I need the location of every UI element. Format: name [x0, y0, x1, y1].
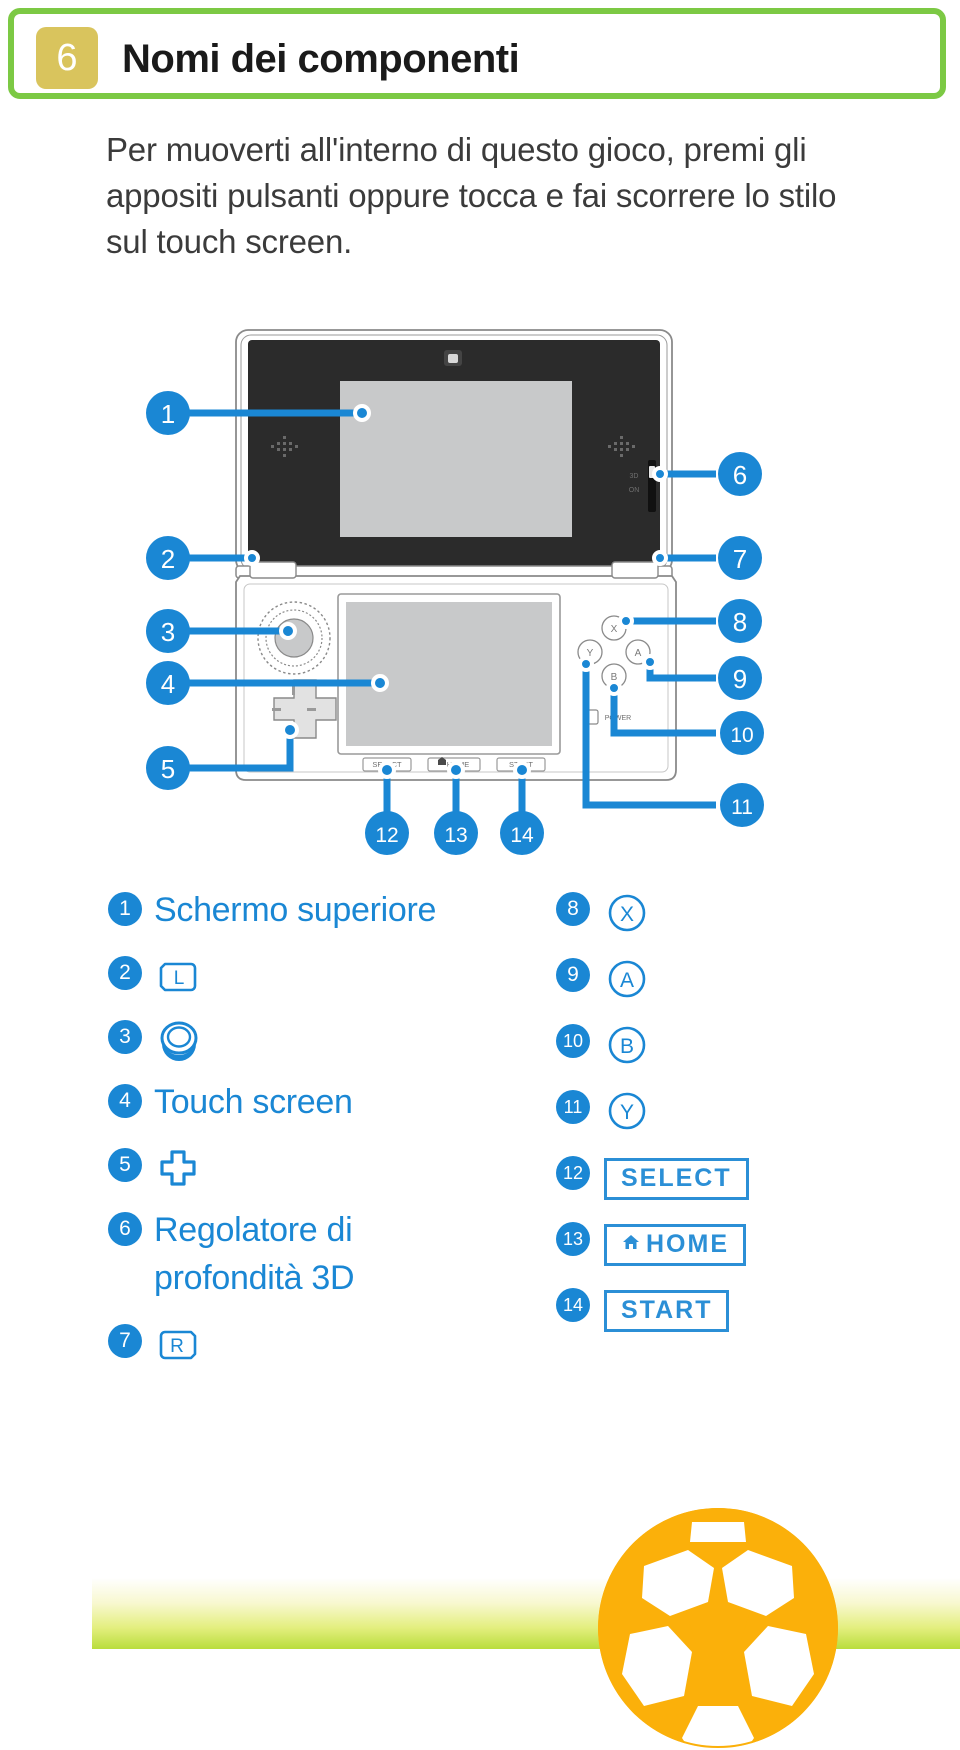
- shoulder-l-button-icon: L: [156, 954, 200, 998]
- legend-number-8: 8: [556, 892, 590, 926]
- device-upper-lid: 3D ON: [235, 329, 673, 579]
- svg-text:13: 13: [444, 824, 467, 847]
- legend-number-10: 10: [556, 1024, 590, 1058]
- legend-column-right: 8 X 9 A 10 B 11 Y 12 SELECT 13 HOME 14 S…: [556, 886, 956, 1348]
- svg-text:12: 12: [375, 824, 398, 847]
- callout-2: 2: [146, 536, 190, 580]
- legend-number-12: 12: [556, 1156, 590, 1190]
- legend-number-4: 4: [108, 1084, 142, 1118]
- b-button-icon: B: [604, 1022, 650, 1068]
- legend-number-3: 3: [108, 1020, 142, 1054]
- callout-8: 8: [718, 599, 762, 643]
- legend-item-12: 12 SELECT: [556, 1150, 956, 1200]
- circle-pad-icon: [156, 1018, 202, 1062]
- legend-item-7: 7 R: [108, 1318, 508, 1366]
- soccer-ball-graphic: [596, 1506, 840, 1750]
- chapter-number-badge: 6: [36, 27, 98, 89]
- callout-11: 11: [720, 783, 764, 827]
- control-pad-icon: [156, 1146, 200, 1190]
- component-legend: 1 Schermo superiore 2 L 3 4 Touch screen…: [0, 886, 960, 1426]
- svg-text:L: L: [174, 968, 185, 989]
- legend-number-14: 14: [556, 1288, 590, 1322]
- callout-5: 5: [146, 746, 190, 790]
- svg-text:9: 9: [733, 664, 747, 694]
- svg-text:X: X: [611, 624, 618, 635]
- svg-text:6: 6: [733, 460, 747, 490]
- home-button-label: HOME: [646, 1230, 729, 1258]
- svg-text:4: 4: [161, 669, 175, 699]
- legend-item-1: 1 Schermo superiore: [108, 886, 508, 934]
- legend-label-1: Schermo superiore: [154, 891, 437, 929]
- svg-text:2: 2: [161, 544, 175, 574]
- legend-item-3: 3: [108, 1014, 508, 1062]
- svg-text:11: 11: [731, 796, 753, 819]
- legend-item-14: 14 START: [556, 1282, 956, 1332]
- callout-14: 14: [500, 811, 544, 855]
- svg-text:3: 3: [161, 617, 175, 647]
- svg-text:Y: Y: [620, 1101, 634, 1124]
- svg-text:1: 1: [161, 399, 175, 429]
- legend-item-11: 11 Y: [556, 1084, 956, 1134]
- legend-column-left: 1 Schermo superiore 2 L 3 4 Touch screen…: [108, 886, 508, 1382]
- device-diagram: .cbl { fill:#1a87d4; } .cline { stroke:#…: [0, 318, 960, 878]
- page-title: Nomi dei componenti: [122, 37, 520, 81]
- svg-text:7: 7: [733, 544, 747, 574]
- svg-text:B: B: [620, 1035, 634, 1058]
- callout-10: 10: [720, 711, 764, 755]
- legend-item-5: 5: [108, 1142, 508, 1190]
- svg-text:A: A: [620, 969, 634, 992]
- legend-label-6: Regolatore di profondità 3D: [154, 1211, 355, 1297]
- svg-text:14: 14: [510, 824, 534, 847]
- svg-text:POWER: POWER: [605, 715, 631, 722]
- svg-text:10: 10: [730, 724, 753, 747]
- legend-item-10: 10 B: [556, 1018, 956, 1068]
- legend-number-5: 5: [108, 1148, 142, 1182]
- callout-4: 4: [146, 661, 190, 705]
- legend-item-2: 2 L: [108, 950, 508, 998]
- select-button-label: SELECT: [621, 1164, 732, 1192]
- svg-text:R: R: [170, 1336, 184, 1357]
- legend-item-13: 13 HOME: [556, 1216, 956, 1266]
- svg-text:ON: ON: [629, 487, 640, 494]
- legend-number-6: 6: [108, 1212, 142, 1246]
- home-button-icon: HOME: [604, 1224, 746, 1266]
- start-button-icon: START: [604, 1290, 730, 1332]
- callout-12: 12: [365, 811, 409, 855]
- svg-text:3D: 3D: [630, 473, 639, 480]
- chapter-header: 6 Nomi dei componenti: [8, 8, 946, 99]
- shoulder-r-button-icon: R: [156, 1322, 200, 1366]
- x-button-icon: X: [604, 890, 650, 936]
- callout-1: 1: [146, 391, 190, 435]
- legend-item-4: 4 Touch screen: [108, 1078, 508, 1126]
- legend-label-4: Touch screen: [154, 1083, 353, 1121]
- legend-number-1: 1: [108, 892, 142, 926]
- y-button-icon: Y: [604, 1088, 650, 1134]
- a-button-icon: A: [604, 956, 650, 1002]
- svg-text:5: 5: [161, 754, 175, 784]
- legend-number-9: 9: [556, 958, 590, 992]
- legend-number-11: 11: [556, 1090, 590, 1124]
- start-button-label: START: [621, 1296, 713, 1324]
- svg-text:8: 8: [733, 607, 747, 637]
- callout-9: 9: [718, 656, 762, 700]
- svg-text:A: A: [635, 648, 642, 659]
- device-lower-half: X B Y A POWER SELECT HOME START: [235, 561, 677, 781]
- intro-paragraph: Per muoverti all'interno di questo gioco…: [106, 131, 837, 260]
- callout-7: 7: [718, 536, 762, 580]
- select-button-icon: SELECT: [604, 1158, 749, 1200]
- callout-13: 13: [434, 811, 478, 855]
- legend-number-7: 7: [108, 1324, 142, 1358]
- legend-item-6: 6 Regolatore di profondità 3D: [108, 1206, 508, 1302]
- svg-text:X: X: [620, 903, 634, 926]
- legend-number-2: 2: [108, 956, 142, 990]
- legend-number-13: 13: [556, 1222, 590, 1256]
- callout-6: 6: [718, 452, 762, 496]
- legend-item-8: 8 X: [556, 886, 956, 936]
- legend-item-9: 9 A: [556, 952, 956, 1002]
- house-icon: [621, 1229, 641, 1259]
- callout-3: 3: [146, 609, 190, 653]
